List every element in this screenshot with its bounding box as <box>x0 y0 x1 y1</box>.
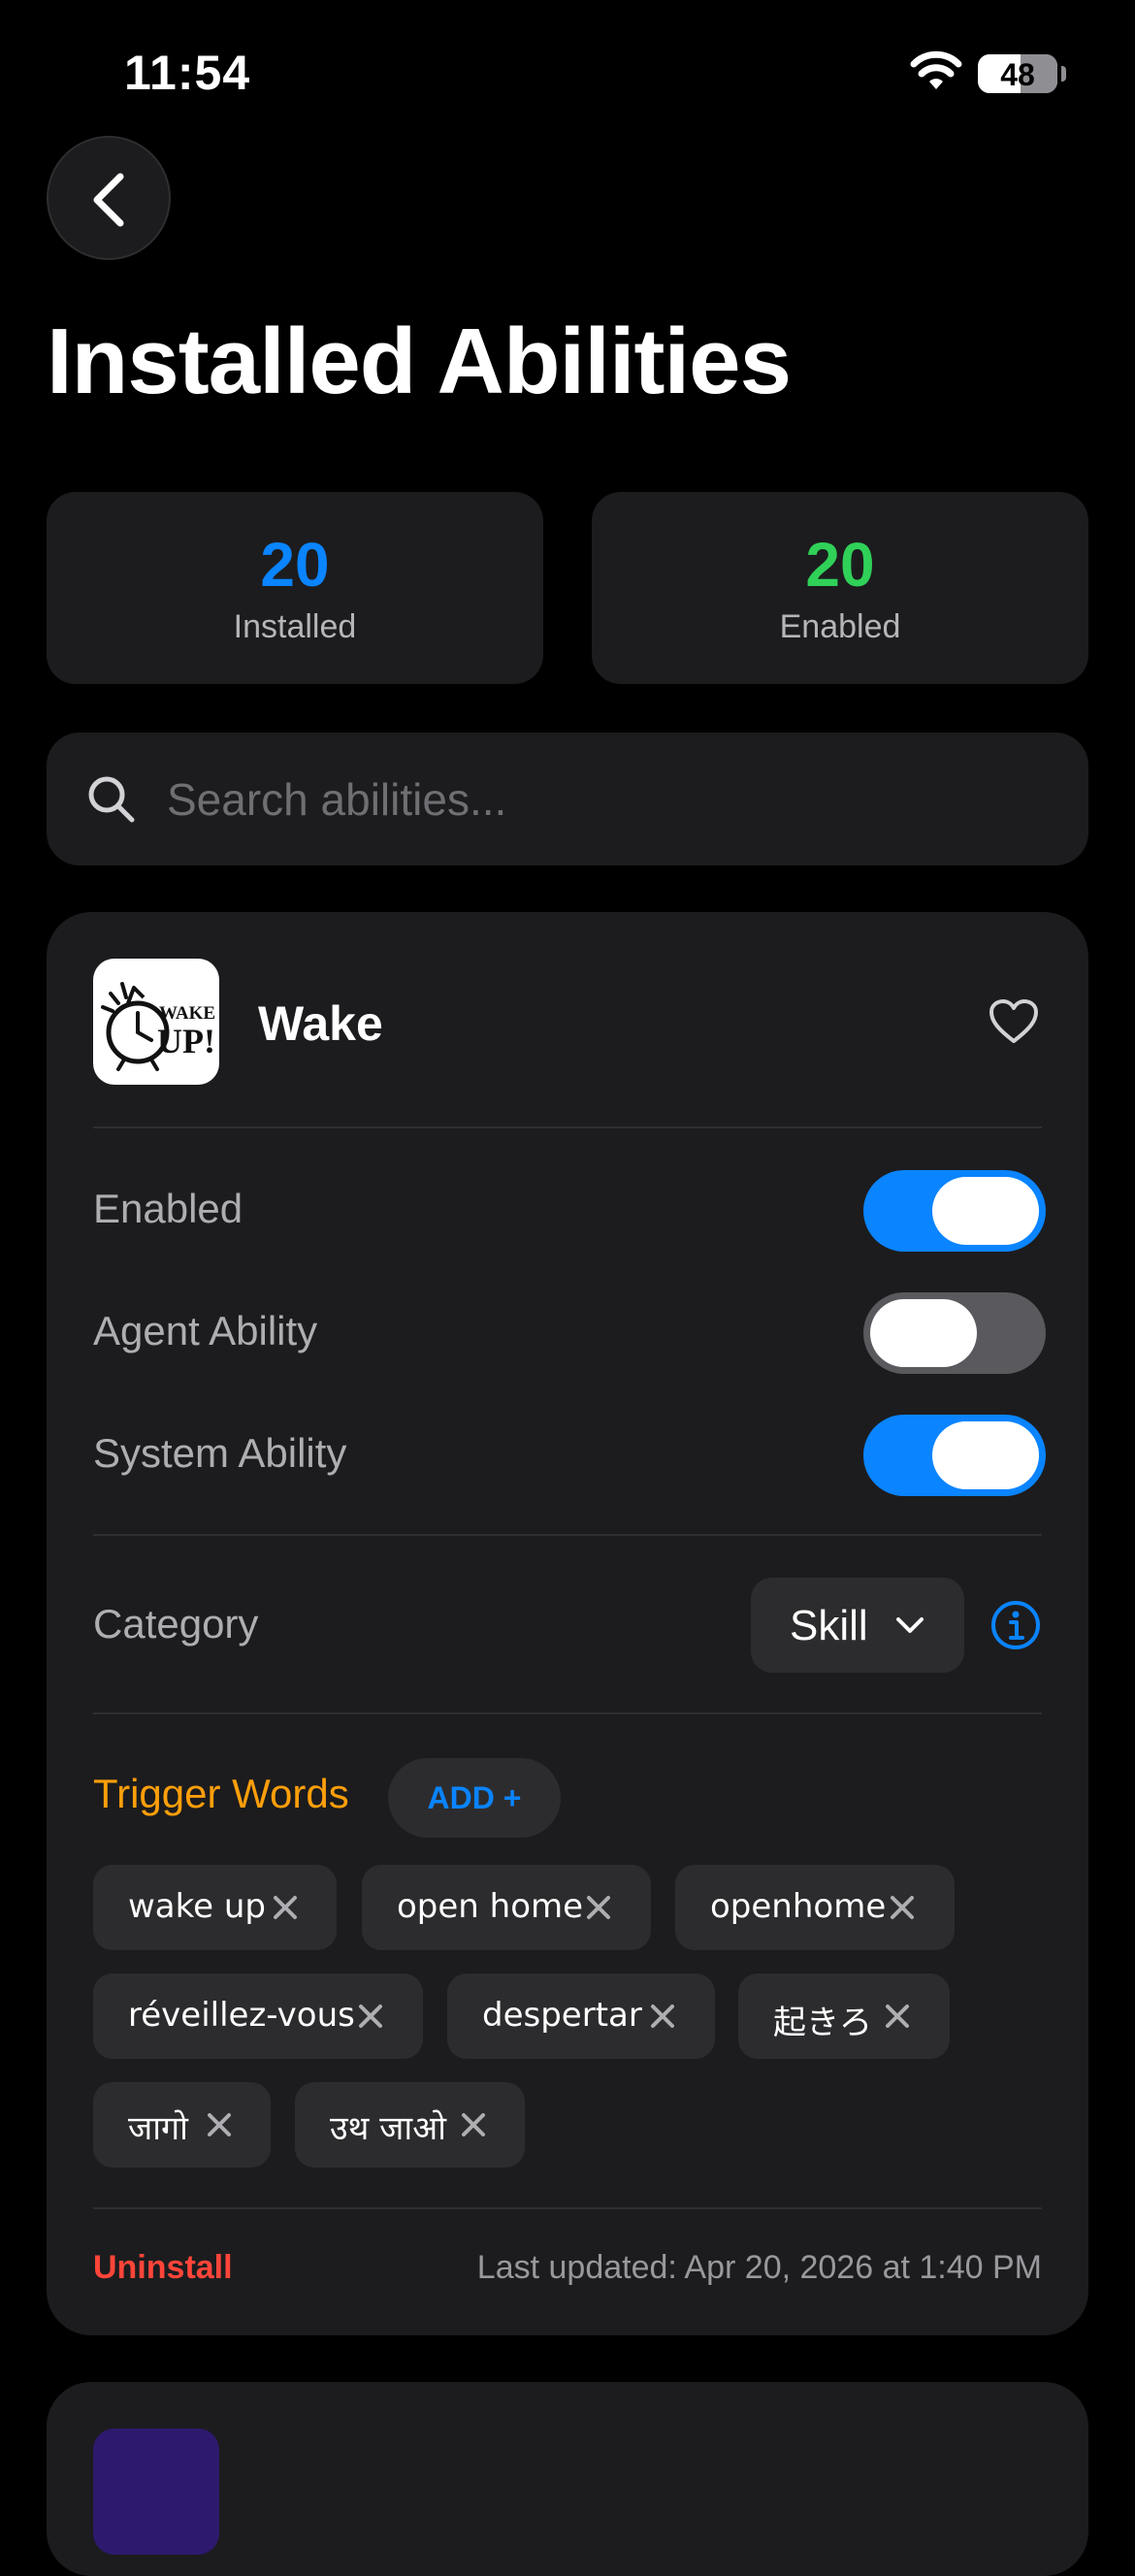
battery-percent: 48 <box>1000 57 1035 92</box>
search-input[interactable] <box>165 752 1042 847</box>
installed-stat-card: 20 Installed <box>47 492 543 684</box>
status-time: 11:54 <box>124 46 251 100</box>
trigger-word-tag: wake up <box>93 1865 337 1950</box>
divider <box>93 1534 1042 1536</box>
trigger-word-tag: open home <box>362 1865 651 1950</box>
trigger-word-text: despertar <box>482 1996 642 2035</box>
close-icon[interactable] <box>204 2109 235 2140</box>
trigger-word-tag: 起きろ <box>738 1973 950 2059</box>
search-icon <box>88 776 135 823</box>
page-title: Installed Abilities <box>47 310 792 413</box>
ability-icon <box>93 2429 219 2555</box>
status-bar: 11:54 48 <box>0 0 1135 146</box>
divider <box>93 2207 1042 2209</box>
chevron-down-icon <box>896 1617 924 1633</box>
agent-ability-toggle[interactable] <box>863 1292 1046 1374</box>
installed-label: Installed <box>233 608 357 645</box>
chevron-left-icon <box>93 173 124 227</box>
close-icon[interactable] <box>583 1892 614 1923</box>
toggle-knob <box>932 1421 1039 1489</box>
trigger-word-text: 起きろ <box>773 2004 872 2042</box>
category-select[interactable]: Skill <box>751 1578 964 1673</box>
agent-ability-label: Agent Ability <box>93 1308 318 1353</box>
battery-nub <box>1061 66 1066 82</box>
enabled-label: Enabled <box>93 1186 243 1231</box>
ability-name: Wake <box>258 996 383 1051</box>
battery-indicator: 48 <box>978 54 1057 93</box>
system-ability-label: System Ability <box>93 1430 347 1476</box>
divider <box>93 1712 1042 1714</box>
close-icon[interactable] <box>458 2109 489 2140</box>
trigger-word-text: réveillez-vous <box>128 1996 355 2035</box>
trigger-word-tag: उथ जाओ <box>295 2082 525 2168</box>
installed-count: 20 <box>260 530 330 600</box>
last-updated-text: Last updated: Apr 20, 2026 at 1:40 PM <box>476 2249 1042 2286</box>
system-ability-toggle[interactable] <box>863 1415 1046 1496</box>
heart-icon[interactable] <box>988 997 1040 1046</box>
info-icon[interactable] <box>989 1599 1042 1651</box>
enabled-toggle[interactable] <box>863 1170 1046 1252</box>
toggle-knob <box>932 1177 1039 1245</box>
trigger-word-text: openhome <box>710 1887 887 1926</box>
close-icon[interactable] <box>882 2001 913 2032</box>
trigger-word-text: उथ जाओ <box>330 2109 446 2148</box>
divider <box>93 1126 1042 1128</box>
close-icon[interactable] <box>355 2001 386 2032</box>
trigger-word-text: wake up <box>128 1887 266 1926</box>
close-icon[interactable] <box>887 1892 918 1923</box>
trigger-word-text: जागो <box>128 2109 188 2148</box>
search-box[interactable] <box>47 733 1088 865</box>
trigger-word-tag: openhome <box>675 1865 955 1950</box>
trigger-word-tag: réveillez-vous <box>93 1973 423 2059</box>
category-label: Category <box>93 1601 259 1647</box>
ability-icon: WAKE UP! <box>93 959 219 1085</box>
ability-icon-text-up: UP! <box>157 1022 215 1060</box>
ability-card-wake: WAKE UP! Wake Enabled Agent Ability Syst… <box>47 912 1088 2335</box>
ability-card-next <box>47 2382 1088 2576</box>
trigger-word-tag: despertar <box>447 1973 715 2059</box>
enabled-label: Enabled <box>779 608 901 645</box>
trigger-word-text: open home <box>397 1887 584 1926</box>
enabled-stat-card: 20 Enabled <box>592 492 1088 684</box>
wifi-icon <box>910 50 962 89</box>
toggle-knob <box>870 1299 977 1367</box>
close-icon[interactable] <box>647 2001 678 2032</box>
add-trigger-word-button[interactable]: ADD + <box>388 1758 561 1838</box>
trigger-words-title: Trigger Words <box>93 1771 349 1816</box>
category-value: Skill <box>790 1602 868 1649</box>
back-button[interactable] <box>47 136 171 260</box>
uninstall-button[interactable]: Uninstall <box>93 2249 233 2287</box>
enabled-count: 20 <box>805 530 875 600</box>
close-icon[interactable] <box>270 1892 301 1923</box>
trigger-word-tag: जागो <box>93 2082 271 2168</box>
